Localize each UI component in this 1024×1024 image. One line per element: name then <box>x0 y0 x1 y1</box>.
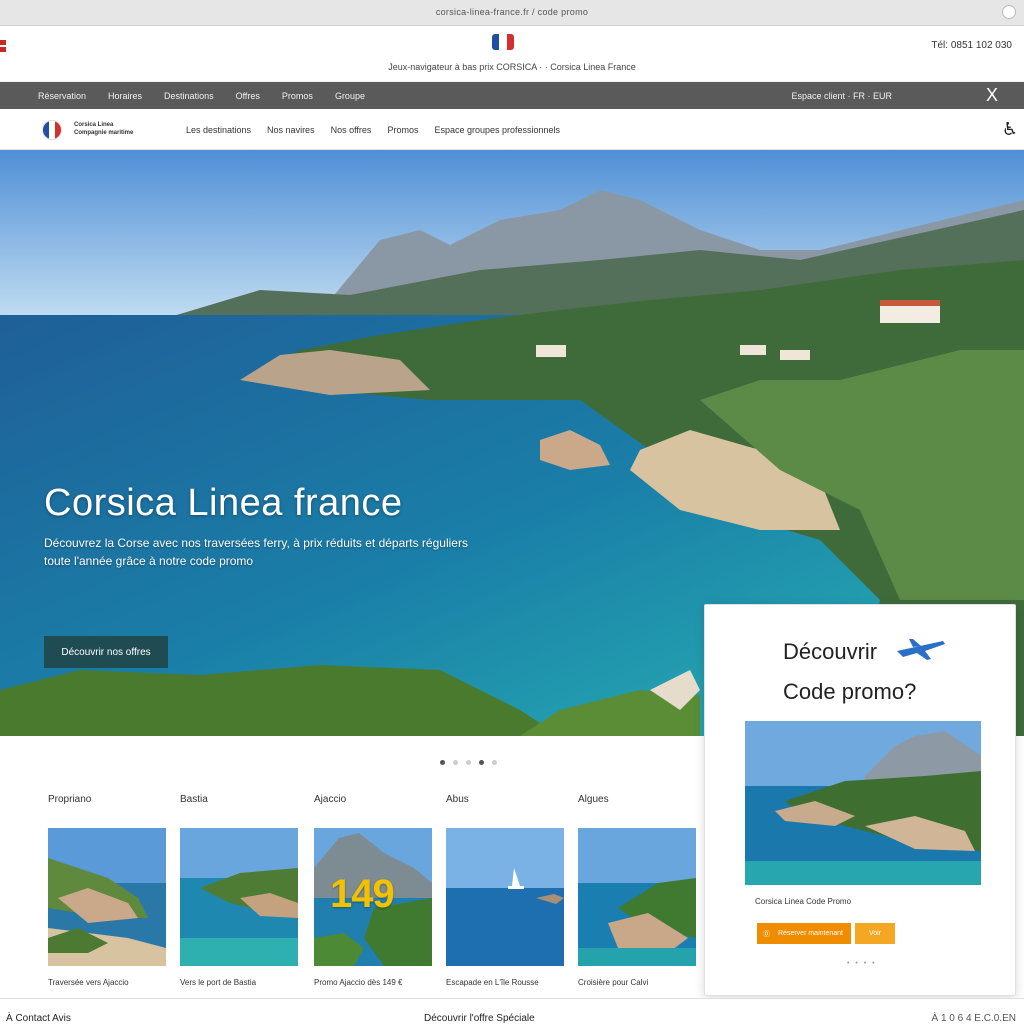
card-title: Abus <box>446 794 469 805</box>
browser-address-bar: corsica-linea-france.fr / code promo <box>0 0 1024 26</box>
subnav-links: Les destinations Nos navires Nos offres … <box>186 125 560 135</box>
france-flag-icon <box>492 34 514 50</box>
promo-book-label: Réserver maintenant <box>778 930 843 937</box>
carousel-dot[interactable] <box>466 760 471 765</box>
destination-card[interactable]: Algues Croisière pour Calvi <box>578 794 696 987</box>
subnav-link-navires[interactable]: Nos navires <box>267 125 315 135</box>
brand-sub: Compagnie maritime <box>74 130 134 136</box>
promo-view-button[interactable]: Voir <box>855 923 895 944</box>
brand-logo[interactable]: Corsica Linea Compagnie maritime <box>74 121 133 137</box>
promo-pagination[interactable]: • • • • <box>847 960 877 967</box>
destination-card[interactable]: Propriano Traversée vers Ajaccio <box>48 794 166 987</box>
card-subtitle: Traversée vers Ajaccio <box>48 978 129 987</box>
card-title: Ajaccio <box>314 794 347 805</box>
subnav-link-destinations[interactable]: Les destinations <box>186 125 251 135</box>
promo-subtitle: Code promo? <box>783 679 917 704</box>
plane-icon <box>897 639 945 660</box>
carousel-dot[interactable] <box>479 760 484 765</box>
nav-item-destinations[interactable]: Destinations <box>164 91 214 101</box>
card-image[interactable] <box>578 828 696 966</box>
page-footer: À Contact Avis Découvrir l'offre Spécial… <box>0 998 1024 1024</box>
language-flag-icon[interactable] <box>42 120 62 140</box>
extension-icon[interactable] <box>1002 5 1016 19</box>
hero-description: Découvrez la Corse avec nos traversées f… <box>44 534 484 570</box>
promo-title: Découvrir <box>783 639 878 664</box>
promo-caption: Corsica Linea Code Promo <box>755 897 852 906</box>
info-icon: ⓪ <box>763 930 770 938</box>
nav-item-groupe[interactable]: Groupe <box>335 91 365 101</box>
subnav-link-offres[interactable]: Nos offres <box>331 125 372 135</box>
secondary-nav: Corsica Linea Compagnie maritime Les des… <box>0 109 1024 150</box>
footer-offer-link[interactable]: Découvrir l'offre Spéciale <box>424 1013 535 1024</box>
card-title: Propriano <box>48 794 92 805</box>
nav-item-offres[interactable]: Offres <box>236 91 260 101</box>
card-subtitle: Escapade en L'île Rousse <box>446 978 539 987</box>
destination-card[interactable]: Bastia Vers le port de Bastia <box>180 794 298 987</box>
nav-item-promos[interactable]: Promos <box>282 91 313 101</box>
main-navbar: Réservation Horaires Destinations Offres… <box>0 82 1024 109</box>
hero-desc-line1: Découvrez la Corse avec nos traversées f… <box>44 536 468 550</box>
card-subtitle: Vers le port de Bastia <box>180 978 257 987</box>
card-image[interactable] <box>446 828 564 966</box>
promo-panel: Découvrir Code promo? Corsica Linea Code… <box>704 604 1016 996</box>
navbar-items: Réservation Horaires Destinations Offres… <box>38 91 365 101</box>
nav-item-reservation[interactable]: Réservation <box>38 91 86 101</box>
promo-book-button[interactable]: ⓪ Réserver maintenant <box>757 923 851 944</box>
close-icon[interactable]: X <box>986 85 998 105</box>
brand-name: Corsica Linea <box>74 122 114 128</box>
card-price-badge: 149 <box>330 872 395 916</box>
card-title: Bastia <box>180 794 208 805</box>
subnav-link-promos[interactable]: Promos <box>387 125 418 135</box>
hero-desc-line2: toute l'année grâce à notre code promo <box>44 554 254 568</box>
card-image[interactable]: 149 <box>314 828 432 966</box>
card-subtitle: Croisière pour Calvi <box>578 978 649 987</box>
browser-url[interactable]: corsica-linea-france.fr / code promo <box>0 7 1024 17</box>
carousel-dot[interactable] <box>453 760 458 765</box>
carousel-dots <box>440 760 497 765</box>
navbar-account[interactable]: Espace client · FR · EUR <box>791 91 892 101</box>
card-title: Algues <box>578 794 609 805</box>
header-tagline: Jeux-navigateur à bas prix CORSICA · · C… <box>388 62 636 72</box>
card-image[interactable] <box>180 828 298 966</box>
accessibility-icon[interactable]: ♿ <box>1002 119 1018 140</box>
hero-cta-button[interactable]: Découvrir nos offres <box>44 636 168 668</box>
header-phone[interactable]: Tél: 0851 102 030 <box>931 40 1012 51</box>
nav-item-horaires[interactable]: Horaires <box>108 91 142 101</box>
footer-contact-link[interactable]: À Contact Avis <box>6 1013 71 1024</box>
destination-card[interactable]: Ajaccio 149 Promo Ajaccio dès 149 € <box>314 794 432 987</box>
carousel-dot[interactable] <box>440 760 445 765</box>
promo-image[interactable] <box>745 721 981 885</box>
subnav-link-groupes[interactable]: Espace groupes professionnels <box>434 125 560 135</box>
hero-title: Corsica Linea france <box>44 482 403 524</box>
destination-card[interactable]: Abus Escapade en L'île Rousse <box>446 794 564 987</box>
carousel-dot[interactable] <box>492 760 497 765</box>
footer-info: À 1 0 6 4 E.C.0.EN <box>931 1013 1017 1024</box>
corner-logo-icon[interactable] <box>0 40 8 58</box>
site-header: Jeux-navigateur à bas prix CORSICA · · C… <box>0 26 1024 82</box>
card-subtitle: Promo Ajaccio dès 149 € <box>314 978 403 987</box>
card-image[interactable] <box>48 828 166 966</box>
